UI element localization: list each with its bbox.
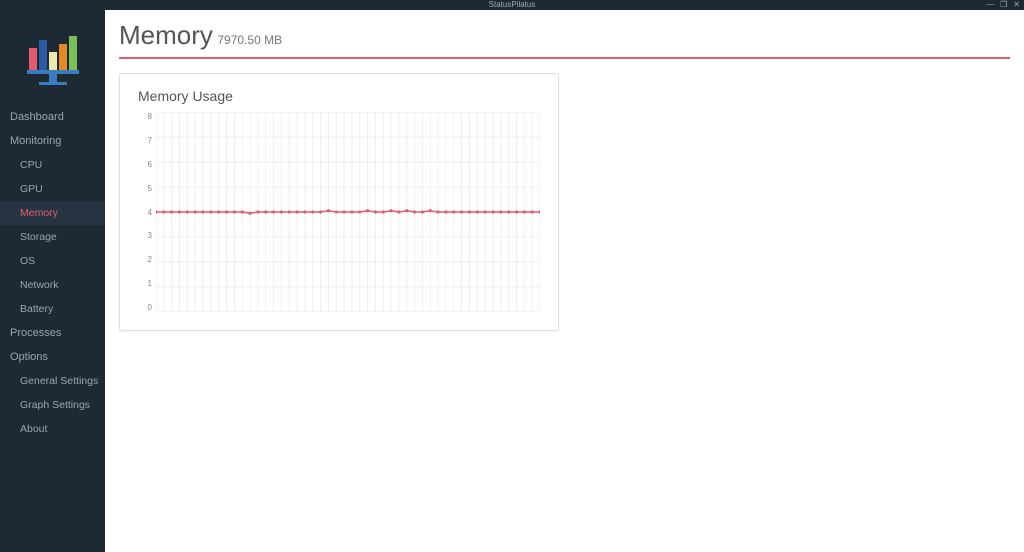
sidebar-item-gpu[interactable]: GPU bbox=[0, 177, 105, 201]
maximize-button[interactable]: ❐ bbox=[1000, 0, 1007, 10]
sidebar-item-options[interactable]: Options bbox=[0, 345, 105, 369]
page-header: Memory 7970.50 MB bbox=[119, 20, 1010, 51]
minimize-button[interactable]: — bbox=[986, 0, 994, 10]
sidebar-item-about[interactable]: About bbox=[0, 417, 105, 441]
main-content: Memory 7970.50 MB Memory Usage 8 7 6 5 4 3 2 1 0 bbox=[105, 10, 1024, 552]
sidebar-item-monitoring[interactable]: Monitoring bbox=[0, 129, 105, 153]
y-tick-label: 5 bbox=[138, 184, 152, 193]
y-tick-label: 1 bbox=[138, 279, 152, 288]
sidebar-item-processes[interactable]: Processes bbox=[0, 321, 105, 345]
sidebar-item-general-settings[interactable]: General Settings bbox=[0, 369, 105, 393]
y-tick-label: 8 bbox=[138, 112, 152, 121]
memory-usage-card: Memory Usage 8 7 6 5 4 3 2 1 0 bbox=[119, 73, 559, 331]
sidebar-item-os[interactable]: OS bbox=[0, 249, 105, 273]
y-tick-label: 7 bbox=[138, 136, 152, 145]
window-title: StatusPilatus bbox=[489, 0, 536, 10]
window-titlebar: StatusPilatus — ❐ ✕ bbox=[0, 0, 1024, 10]
sidebar-item-network[interactable]: Network bbox=[0, 273, 105, 297]
sidebar: DashboardMonitoringCPUGPUMemoryStorageOS… bbox=[0, 10, 105, 552]
page-title: Memory bbox=[119, 20, 213, 50]
y-tick-label: 2 bbox=[138, 255, 152, 264]
header-divider bbox=[119, 57, 1010, 59]
page-subtitle: 7970.50 MB bbox=[217, 33, 282, 47]
sidebar-item-cpu[interactable]: CPU bbox=[0, 153, 105, 177]
sidebar-item-storage[interactable]: Storage bbox=[0, 225, 105, 249]
y-tick-label: 4 bbox=[138, 208, 152, 217]
y-tick-label: 3 bbox=[138, 231, 152, 240]
sidebar-item-dashboard[interactable]: Dashboard bbox=[0, 105, 105, 129]
app-logo bbox=[0, 10, 105, 105]
close-button[interactable]: ✕ bbox=[1013, 0, 1020, 10]
memory-usage-chart: 8 7 6 5 4 3 2 1 0 bbox=[138, 112, 540, 312]
sidebar-item-graph-settings[interactable]: Graph Settings bbox=[0, 393, 105, 417]
window-controls: — ❐ ✕ bbox=[986, 0, 1020, 10]
sidebar-item-battery[interactable]: Battery bbox=[0, 297, 105, 321]
y-tick-label: 6 bbox=[138, 160, 152, 169]
card-title: Memory Usage bbox=[138, 88, 540, 104]
y-tick-label: 0 bbox=[138, 303, 152, 312]
sidebar-item-memory[interactable]: Memory bbox=[0, 201, 105, 225]
